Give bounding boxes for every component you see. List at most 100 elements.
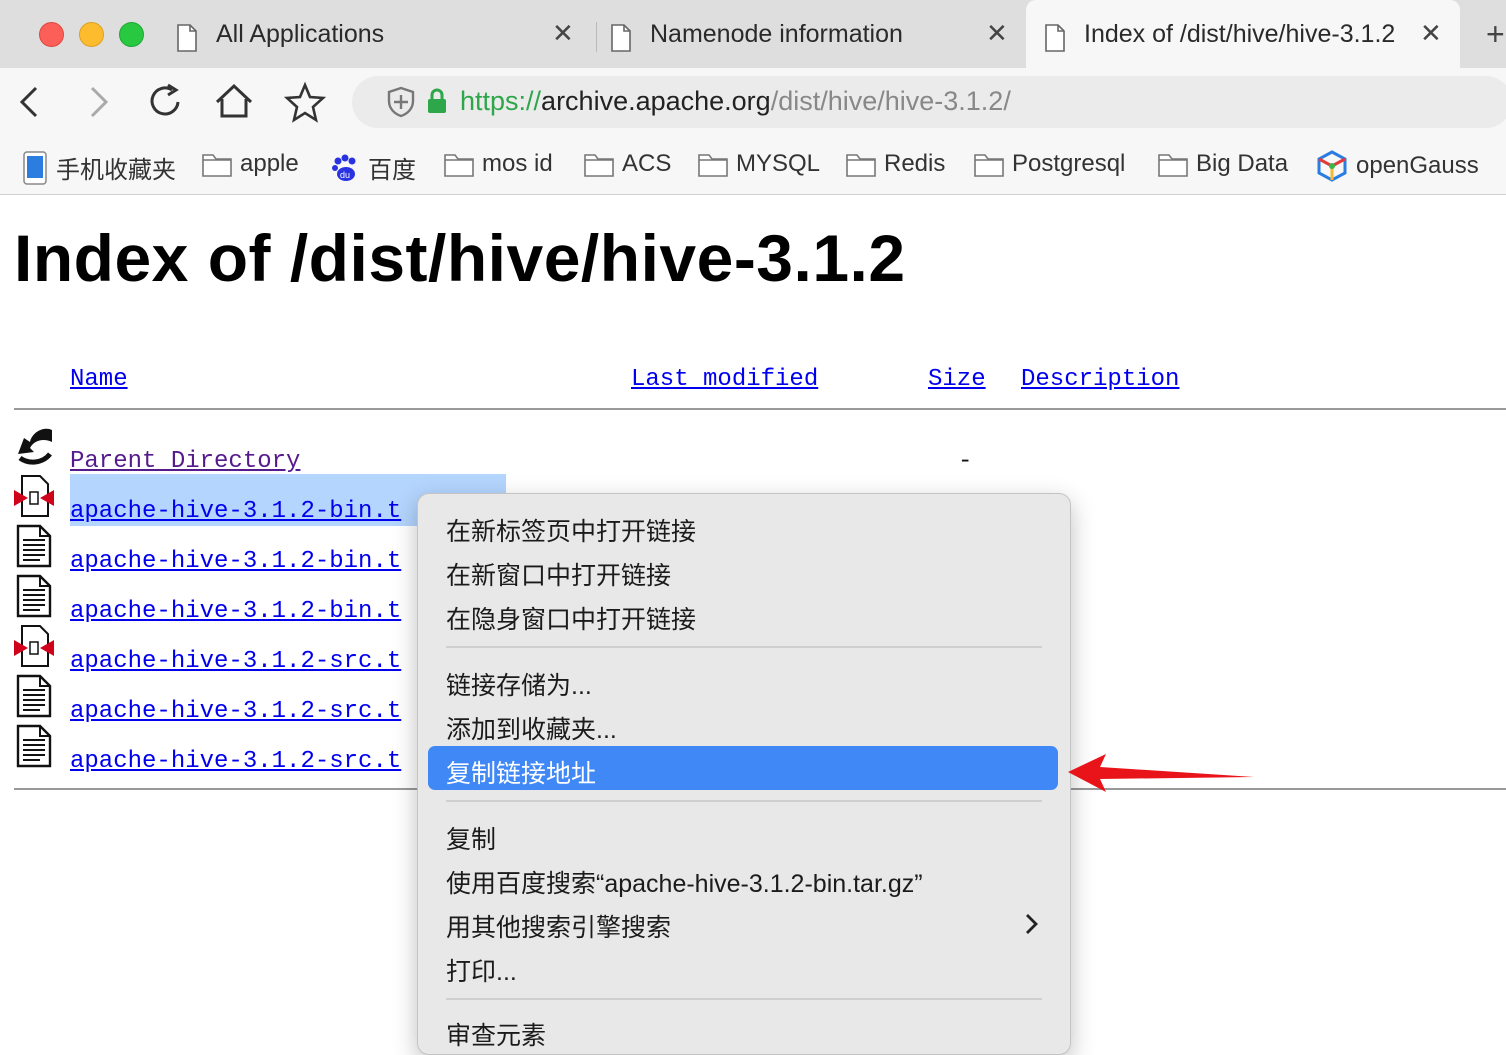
navigation-toolbar: https://archive.apache.org/dist/hive/hiv… xyxy=(0,68,1506,136)
opengauss-logo-icon xyxy=(1317,150,1347,182)
bookmark-mysql[interactable]: MYSQL xyxy=(698,150,820,178)
folder-icon xyxy=(202,154,232,177)
home-icon[interactable] xyxy=(212,80,256,124)
folder-icon xyxy=(846,154,876,177)
folder-icon xyxy=(698,154,728,177)
new-tab-button[interactable]: + xyxy=(1486,16,1505,53)
bookmark-redis[interactable]: Redis xyxy=(846,150,945,178)
bookmark-apple[interactable]: apple xyxy=(202,150,299,178)
bookmark-star-icon[interactable] xyxy=(283,80,327,124)
minimize-window-button[interactable] xyxy=(79,22,104,47)
menu-separator xyxy=(446,646,1042,648)
folder-icon xyxy=(1158,154,1188,177)
tab-namenode-information[interactable]: Namenode information ✕ xyxy=(610,0,1010,68)
bookmark-label: 百度 xyxy=(368,157,416,184)
compressed-file-icon xyxy=(14,475,54,517)
bookmark-opengauss[interactable]: openGauss xyxy=(1316,150,1479,182)
tab-label: Index of /dist/hive/hive-3.1.2 xyxy=(1084,20,1396,48)
shield-icon[interactable] xyxy=(386,86,416,118)
bookmark-label: Postgresql xyxy=(1012,150,1126,177)
compressed-file-icon xyxy=(14,625,54,667)
url-text[interactable]: https://archive.apache.org/dist/hive/hiv… xyxy=(460,86,1011,117)
bookmark-baidu[interactable]: du 百度 xyxy=(330,150,416,185)
menu-item-open-in-new-window[interactable]: 在新窗口中打开链接 xyxy=(446,556,671,592)
file-link[interactable]: apache-hive-3.1.2-bin.t xyxy=(70,548,401,575)
menu-item-search-baidu[interactable]: 使用百度搜索“apache-hive-3.1.2-bin.tar.gz” xyxy=(446,864,923,900)
file-link[interactable]: apache-hive-3.1.2-bin.t xyxy=(70,598,401,625)
bookmark-label: mos id xyxy=(482,150,553,177)
page-icon xyxy=(177,24,197,52)
phone-icon xyxy=(23,150,47,185)
bookmark-label: ACS xyxy=(622,150,672,177)
bookmark-mos-id[interactable]: mos id xyxy=(444,150,553,178)
text-file-icon xyxy=(16,574,52,618)
header-divider xyxy=(14,408,1506,410)
back-icon[interactable] xyxy=(8,80,52,124)
url-host: archive.apache.org xyxy=(541,86,771,116)
menu-item-copy[interactable]: 复制 xyxy=(446,820,496,856)
tab-strip: All Applications ✕ Namenode information … xyxy=(0,0,1506,68)
menu-item-copy-link-address[interactable]: 复制链接地址 xyxy=(446,754,596,790)
reload-icon[interactable] xyxy=(144,80,188,124)
column-header-description[interactable]: Description xyxy=(1021,366,1179,393)
bookmark-label: openGauss xyxy=(1356,152,1479,179)
close-tab-icon[interactable]: ✕ xyxy=(1420,18,1442,49)
context-menu: 在新标签页中打开链接 在新窗口中打开链接 在隐身窗口中打开链接 链接存储为...… xyxy=(417,493,1071,1055)
zoom-window-button[interactable] xyxy=(119,22,144,47)
text-file-icon xyxy=(16,674,52,718)
file-link[interactable]: apache-hive-3.1.2-src.t xyxy=(70,748,401,775)
page-icon xyxy=(611,24,631,52)
column-header-last-modified[interactable]: Last modified xyxy=(631,366,818,393)
tab-index-of-hive[interactable]: Index of /dist/hive/hive-3.1.2 ✕ xyxy=(1026,0,1460,68)
baidu-paw-icon: du xyxy=(332,154,356,181)
menu-item-search-other-engine[interactable]: 用其他搜索引擎搜索 xyxy=(446,908,671,944)
menu-separator xyxy=(446,998,1042,1000)
address-bar[interactable]: https://archive.apache.org/dist/hive/hiv… xyxy=(352,76,1506,128)
menu-item-open-in-new-tab[interactable]: 在新标签页中打开链接 xyxy=(446,512,696,548)
bookmark-acs[interactable]: ACS xyxy=(584,150,671,178)
url-scheme: https:// xyxy=(460,86,542,116)
bookmark-label: MYSQL xyxy=(736,150,821,177)
tab-label: All Applications xyxy=(216,20,385,48)
tab-all-applications[interactable]: All Applications ✕ xyxy=(176,0,576,68)
column-header-size[interactable]: Size xyxy=(928,366,986,393)
menu-item-add-to-favorites[interactable]: 添加到收藏夹... xyxy=(446,710,617,746)
file-link[interactable]: apache-hive-3.1.2-bin.t xyxy=(70,498,401,525)
bookmark-label: Big Data xyxy=(1196,150,1289,177)
tab-label: Namenode information xyxy=(650,20,903,48)
bookmarks-bar: 手机收藏夹 apple du 百度 mos id ACS MYSQL Redis… xyxy=(0,136,1506,195)
column-header-name[interactable]: Name xyxy=(70,366,128,393)
menu-item-print[interactable]: 打印... xyxy=(446,952,517,988)
text-file-icon xyxy=(16,524,52,568)
folder-icon xyxy=(974,154,1004,177)
bookmark-label: 手机收藏夹 xyxy=(56,157,176,184)
svg-text:du: du xyxy=(340,170,350,180)
bookmark-postgresql[interactable]: Postgresql xyxy=(974,150,1125,178)
file-link[interactable]: apache-hive-3.1.2-src.t xyxy=(70,648,401,675)
close-window-button[interactable] xyxy=(39,22,64,47)
page-title: Index of /dist/hive/hive-3.1.2 xyxy=(14,221,906,295)
submenu-chevron-icon xyxy=(1026,914,1038,934)
parent-directory-link[interactable]: Parent Directory xyxy=(70,448,300,475)
size-value: - xyxy=(958,448,973,475)
page-icon xyxy=(1045,24,1065,52)
close-tab-icon[interactable]: ✕ xyxy=(986,18,1008,49)
menu-separator xyxy=(446,800,1042,802)
menu-item-inspect-element[interactable]: 审查元素 xyxy=(446,1016,546,1052)
close-tab-icon[interactable]: ✕ xyxy=(552,18,574,49)
bookmark-phone-favorites[interactable]: 手机收藏夹 xyxy=(22,150,176,185)
folder-icon xyxy=(584,154,614,177)
bookmark-big-data[interactable]: Big Data xyxy=(1158,150,1288,178)
forward-icon[interactable] xyxy=(76,80,120,124)
text-file-icon xyxy=(16,724,52,768)
file-link[interactable]: apache-hive-3.1.2-src.t xyxy=(70,698,401,725)
bookmark-label: Redis xyxy=(884,150,946,177)
folder-icon xyxy=(444,154,474,177)
annotation-arrow-icon xyxy=(1068,754,1254,792)
menu-item-open-in-incognito[interactable]: 在隐身窗口中打开链接 xyxy=(446,600,696,636)
bookmark-label: apple xyxy=(240,150,299,177)
tab-divider xyxy=(596,22,597,52)
url-path: /dist/hive/hive-3.1.2/ xyxy=(770,86,1011,116)
menu-item-save-link-as[interactable]: 链接存储为... xyxy=(446,666,592,702)
lock-icon xyxy=(428,88,446,113)
